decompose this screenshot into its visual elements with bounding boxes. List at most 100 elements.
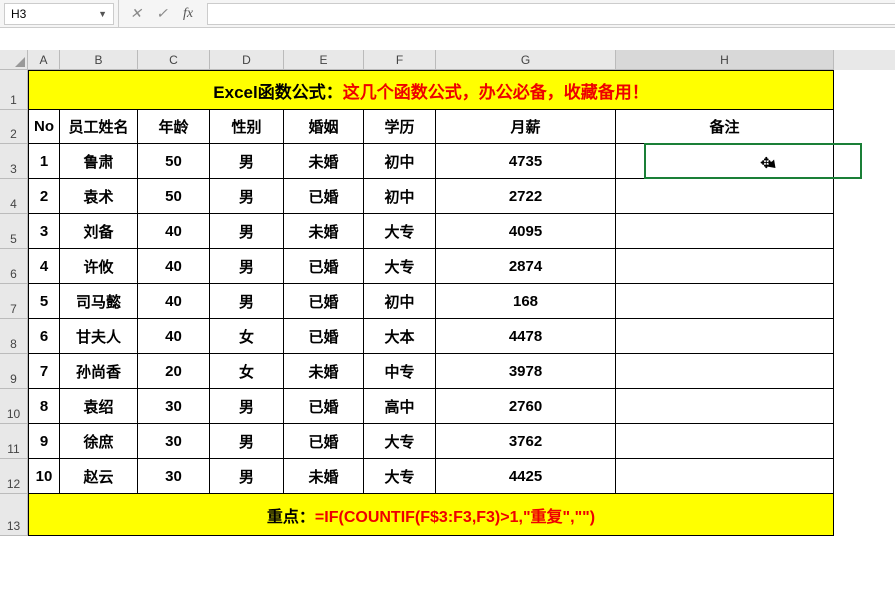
cell-F3[interactable]: 初中	[364, 144, 436, 179]
cell-F9[interactable]: 中专	[364, 354, 436, 389]
cancel-icon[interactable]: ✕	[123, 3, 149, 25]
cell-H6[interactable]	[616, 249, 834, 284]
cell-A9[interactable]: 7	[28, 354, 60, 389]
cell-E11[interactable]: 已婚	[284, 424, 364, 459]
cell-B11[interactable]: 徐庶	[60, 424, 138, 459]
title-banner[interactable]: Excel函数公式： 这几个函数公式，办公必备，收藏备用！	[28, 70, 834, 110]
cell-D11[interactable]: 男	[210, 424, 284, 459]
col-header-F[interactable]: F	[364, 50, 436, 70]
cell-G10[interactable]: 2760	[436, 389, 616, 424]
cell-F10[interactable]: 高中	[364, 389, 436, 424]
cell-F5[interactable]: 大专	[364, 214, 436, 249]
cell-H9[interactable]	[616, 354, 834, 389]
col-header-B[interactable]: B	[60, 50, 138, 70]
row-header-2[interactable]: 2	[0, 110, 28, 144]
row-header-8[interactable]: 8	[0, 319, 28, 354]
cell-D4[interactable]: 男	[210, 179, 284, 214]
cell-E3[interactable]: 未婚	[284, 144, 364, 179]
cell-B5[interactable]: 刘备	[60, 214, 138, 249]
cell-G4[interactable]: 2722	[436, 179, 616, 214]
cell-H10[interactable]	[616, 389, 834, 424]
cell-B4[interactable]: 袁术	[60, 179, 138, 214]
cell-G5[interactable]: 4095	[436, 214, 616, 249]
cell-F6[interactable]: 大专	[364, 249, 436, 284]
cell-D3[interactable]: 男	[210, 144, 284, 179]
cell-B12[interactable]: 赵云	[60, 459, 138, 494]
cell-A7[interactable]: 5	[28, 284, 60, 319]
cell-C4[interactable]: 50	[138, 179, 210, 214]
cell-F4[interactable]: 初中	[364, 179, 436, 214]
cell-H7[interactable]	[616, 284, 834, 319]
cell-C10[interactable]: 30	[138, 389, 210, 424]
cell-G3[interactable]: 4735	[436, 144, 616, 179]
th-education[interactable]: 学历	[364, 110, 436, 144]
th-name[interactable]: 员工姓名	[60, 110, 138, 144]
cell-G8[interactable]: 4478	[436, 319, 616, 354]
row-header-11[interactable]: 11	[0, 424, 28, 459]
row-header-4[interactable]: 4	[0, 179, 28, 214]
cell-A4[interactable]: 2	[28, 179, 60, 214]
cell-F7[interactable]: 初中	[364, 284, 436, 319]
cell-C3[interactable]: 50	[138, 144, 210, 179]
cell-A11[interactable]: 9	[28, 424, 60, 459]
formula-input[interactable]	[207, 3, 895, 25]
col-header-G[interactable]: G	[436, 50, 616, 70]
cell-H12[interactable]	[616, 459, 834, 494]
th-no[interactable]: No	[28, 110, 60, 144]
cell-H8[interactable]	[616, 319, 834, 354]
cell-D5[interactable]: 男	[210, 214, 284, 249]
cell-E10[interactable]: 已婚	[284, 389, 364, 424]
cell-E7[interactable]: 已婚	[284, 284, 364, 319]
formula-banner[interactable]: 重点： =IF(COUNTIF(F$3:F3,F3)>1,"重复","")	[28, 494, 834, 536]
cell-E12[interactable]: 未婚	[284, 459, 364, 494]
confirm-icon[interactable]: ✓	[149, 3, 175, 25]
cell-A6[interactable]: 4	[28, 249, 60, 284]
cell-D6[interactable]: 男	[210, 249, 284, 284]
cell-B8[interactable]: 甘夫人	[60, 319, 138, 354]
cell-B7[interactable]: 司马懿	[60, 284, 138, 319]
cell-E9[interactable]: 未婚	[284, 354, 364, 389]
cell-B9[interactable]: 孙尚香	[60, 354, 138, 389]
cell-E4[interactable]: 已婚	[284, 179, 364, 214]
cell-A5[interactable]: 3	[28, 214, 60, 249]
cell-C6[interactable]: 40	[138, 249, 210, 284]
cell-D10[interactable]: 男	[210, 389, 284, 424]
cell-D7[interactable]: 男	[210, 284, 284, 319]
cell-C7[interactable]: 40	[138, 284, 210, 319]
cell-H5[interactable]	[616, 214, 834, 249]
cell-H11[interactable]	[616, 424, 834, 459]
cell-B10[interactable]: 袁绍	[60, 389, 138, 424]
row-header-3[interactable]: 3	[0, 144, 28, 179]
cell-H4[interactable]	[616, 179, 834, 214]
cell-C11[interactable]: 30	[138, 424, 210, 459]
row-header-13[interactable]: 13	[0, 494, 28, 536]
th-age[interactable]: 年龄	[138, 110, 210, 144]
fx-icon[interactable]: fx	[175, 3, 201, 25]
cell-B6[interactable]: 许攸	[60, 249, 138, 284]
cell-G9[interactable]: 3978	[436, 354, 616, 389]
row-header-12[interactable]: 12	[0, 459, 28, 494]
cell-G6[interactable]: 2874	[436, 249, 616, 284]
row-header-10[interactable]: 10	[0, 389, 28, 424]
cell-A12[interactable]: 10	[28, 459, 60, 494]
cell-C9[interactable]: 20	[138, 354, 210, 389]
cell-A10[interactable]: 8	[28, 389, 60, 424]
col-header-C[interactable]: C	[138, 50, 210, 70]
col-header-D[interactable]: D	[210, 50, 284, 70]
cell-G7[interactable]: 168	[436, 284, 616, 319]
cell-D9[interactable]: 女	[210, 354, 284, 389]
cell-F8[interactable]: 大本	[364, 319, 436, 354]
cell-E6[interactable]: 已婚	[284, 249, 364, 284]
cell-F11[interactable]: 大专	[364, 424, 436, 459]
row-header-1[interactable]: 1	[0, 70, 28, 110]
select-all-corner[interactable]	[0, 50, 28, 70]
row-header-6[interactable]: 6	[0, 249, 28, 284]
cell-D12[interactable]: 男	[210, 459, 284, 494]
col-header-H[interactable]: H	[616, 50, 834, 70]
th-remark[interactable]: 备注	[616, 110, 834, 144]
cell-A8[interactable]: 6	[28, 319, 60, 354]
cell-E8[interactable]: 已婚	[284, 319, 364, 354]
cell-G12[interactable]: 4425	[436, 459, 616, 494]
cell-E5[interactable]: 未婚	[284, 214, 364, 249]
name-box[interactable]: H3 ▼	[4, 3, 114, 25]
